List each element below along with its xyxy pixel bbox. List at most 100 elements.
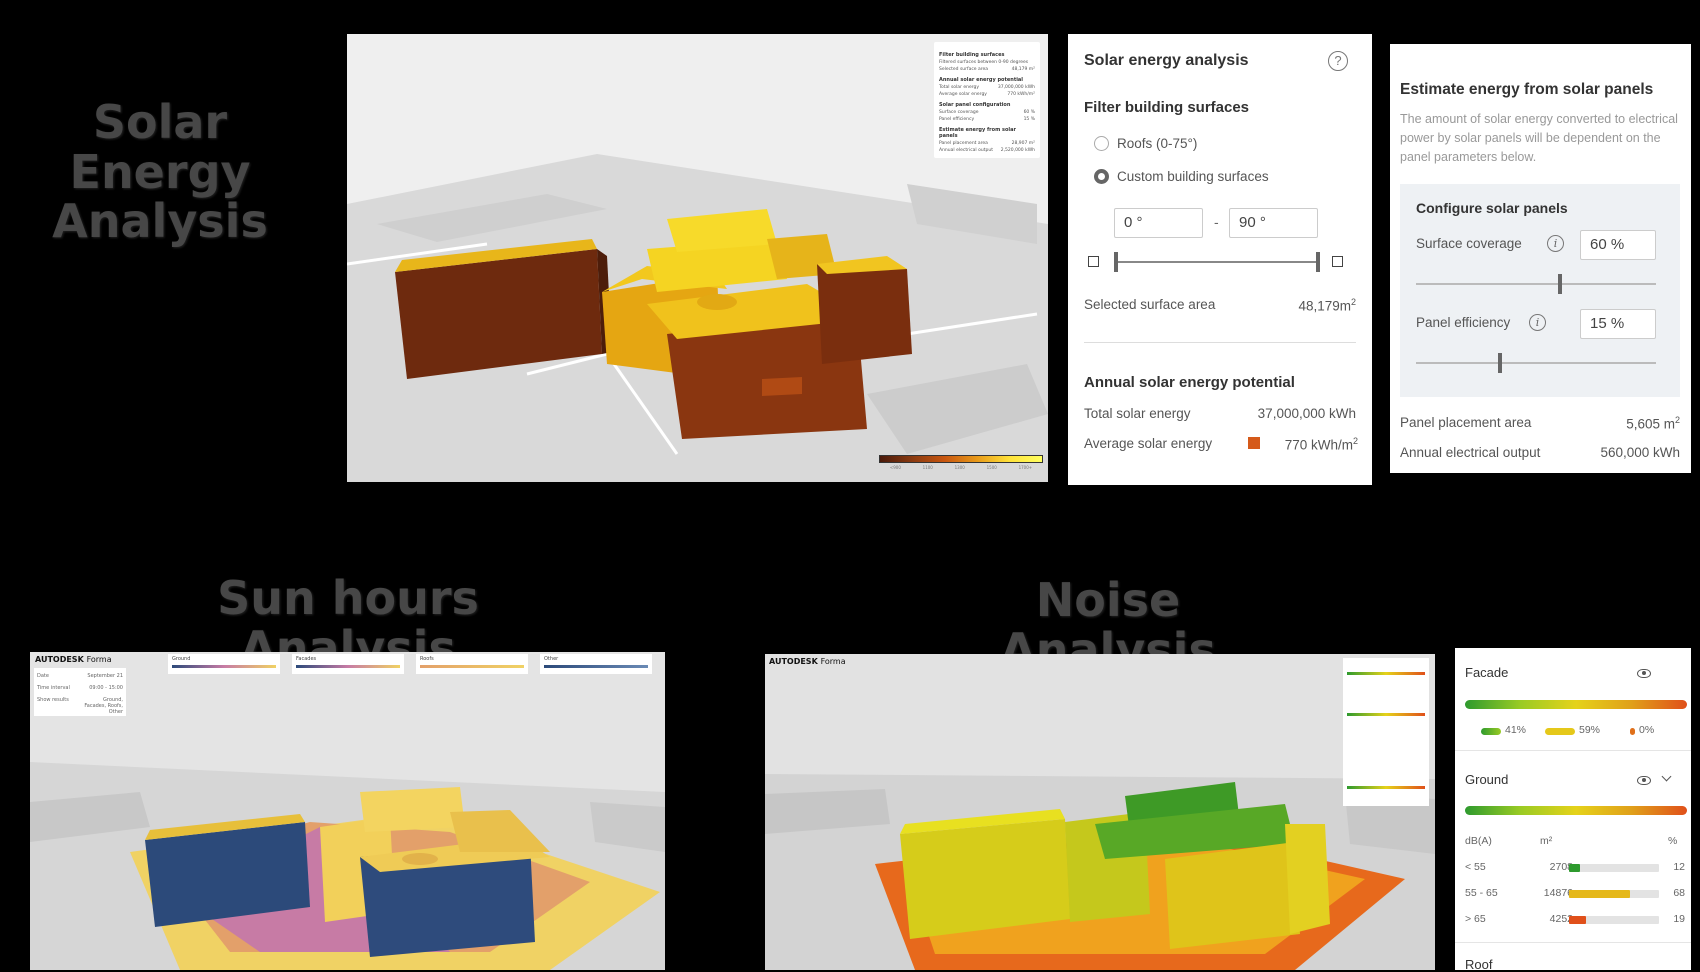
solar-analysis-panel: Solar energy analysis ? Filter building … [1068, 34, 1372, 485]
row-area: 2708 [1549, 861, 1573, 873]
row-bar-bg [1569, 864, 1659, 872]
col-m2-header: m² [1540, 835, 1553, 847]
solar-legend-ticks: <900 1100 1300 1500 1700+ [879, 465, 1043, 470]
row-range: 55 - 65 [1465, 887, 1498, 899]
placement-area-value: 5,605 m2 [1626, 415, 1680, 432]
row-pct: 12 [1673, 861, 1685, 873]
mini-placement-row: Panel placement area 28,907 m² [939, 141, 1035, 146]
electrical-output-value: 560,000 kWh [1600, 445, 1680, 460]
mini-output-row: Annual electrical output 2,520,000 kWh [939, 148, 1035, 153]
divider [1455, 750, 1691, 751]
facade-gradient-bar [1465, 700, 1687, 709]
selected-area-label: Selected surface area [1084, 297, 1216, 312]
row-area: 4252 [1549, 913, 1573, 925]
coverage-input[interactable]: 60 % [1580, 230, 1656, 260]
estimate-title: Estimate energy from solar panels [1400, 81, 1654, 98]
row-range: > 65 [1465, 913, 1486, 925]
row-pct: 68 [1673, 887, 1685, 899]
radio-on-icon[interactable] [1094, 169, 1109, 184]
estimate-energy-panel: Estimate energy from solar panels The am… [1390, 44, 1691, 473]
coverage-label: Surface coverage [1416, 236, 1522, 251]
radio-custom-surfaces[interactable]: Custom building surfaces [1094, 169, 1269, 184]
angle-slider-track[interactable] [1114, 261, 1320, 263]
mini-selected-row: Selected surface area 48,179 m² [939, 67, 1035, 72]
ground-gradient-bar [1465, 806, 1687, 815]
total-energy-label: Total solar energy [1084, 406, 1191, 421]
annual-potential-title: Annual solar energy potential [1084, 374, 1295, 391]
row-bar [1569, 916, 1587, 924]
legend-tick: 1100 [922, 465, 933, 470]
chevron-down-icon[interactable] [1661, 771, 1672, 782]
row-range: < 55 [1465, 861, 1486, 873]
max-angle-input[interactable]: 90 ° [1229, 208, 1318, 238]
noise-legend-overlay [1343, 658, 1429, 806]
radio-custom-label: Custom building surfaces [1117, 169, 1269, 184]
sun-hours-viewport[interactable]: AUTODESK Forma Date September 21 Time int… [30, 652, 665, 970]
facade-pill-orange [1630, 728, 1635, 735]
facade-pill-yellow [1545, 728, 1575, 735]
col-db-header: dB(A) [1465, 835, 1492, 847]
radio-roofs[interactable]: Roofs (0-75°) [1094, 136, 1197, 151]
radio-roofs-label: Roofs (0-75°) [1117, 136, 1198, 151]
angle-slider-max-handle[interactable] [1316, 252, 1320, 272]
min-angle-input[interactable]: 0 ° [1114, 208, 1203, 238]
mini-filter-title: Filter building surfaces [939, 52, 1005, 58]
help-icon[interactable]: ? [1328, 51, 1348, 71]
selected-area-value: 48,179m2 [1298, 297, 1356, 314]
efficiency-slider-track[interactable] [1416, 362, 1656, 364]
mini-total-row: Total solar energy 37,000,000 kWh [939, 85, 1035, 90]
avg-energy-value: 770 kWh/m2 [1284, 436, 1358, 453]
mini-annual-title: Annual solar energy potential [939, 77, 1024, 83]
configure-panels-title: Configure solar panels [1416, 200, 1568, 216]
row-bar [1569, 890, 1631, 898]
noise-viewport[interactable]: AUTODESK Forma [765, 654, 1435, 970]
eye-icon[interactable] [1637, 776, 1651, 785]
coverage-slider-handle[interactable] [1558, 274, 1562, 294]
legend-roofs: Roofs [416, 654, 528, 674]
noise-scene [765, 774, 1435, 970]
row-area: 14876 [1543, 887, 1573, 899]
row-pct: 19 [1673, 913, 1685, 925]
panel-title: Solar energy analysis [1084, 52, 1249, 69]
noise-results-panel: Facade 41% 59% 0% Ground dB(A) m² % < 55… [1455, 648, 1691, 972]
electrical-output-label: Annual electrical output [1400, 445, 1541, 460]
legend-tick: 1500 [986, 465, 997, 470]
info-icon[interactable]: i [1547, 235, 1564, 252]
efficiency-slider-handle[interactable] [1498, 353, 1502, 373]
legend-facades: Facades [292, 654, 404, 674]
legend-tick: 1700+ [1018, 465, 1033, 470]
col-pct-header: % [1668, 835, 1678, 847]
solar-energy-heading: Solar Energy Analysis [52, 95, 268, 249]
facade-label: Facade [1465, 665, 1509, 680]
efficiency-input[interactable]: 15 % [1580, 309, 1656, 339]
filter-surfaces-title: Filter building surfaces [1084, 99, 1250, 116]
mini-config-title: Solar panel configuration [939, 102, 1011, 108]
autodesk-logo: AUTODESK Forma [35, 655, 112, 664]
legend-tick: 1300 [954, 465, 965, 470]
estimate-description: The amount of solar energy converted to … [1400, 112, 1678, 164]
mini-avg-row: Average solar energy 770 kWh/m² [939, 92, 1035, 97]
avg-energy-label: Average solar energy [1084, 436, 1213, 451]
solar-3d-viewport[interactable]: Filter building surfaces Filtered surfac… [347, 34, 1048, 482]
legend-other: Other [540, 654, 652, 674]
mini-filter-desc: Filtered surfaces between 0-90 degrees [939, 60, 1029, 65]
facade-pct-orange: 0% [1639, 724, 1655, 736]
facade-pct-yellow: 59% [1579, 724, 1601, 736]
solar-color-legend [879, 455, 1043, 463]
autodesk-logo: AUTODESK Forma [769, 657, 846, 666]
row-bar [1569, 864, 1580, 872]
radio-off-icon[interactable] [1094, 136, 1109, 151]
mini-estimate-title: Estimate energy from solar panels [939, 127, 1016, 139]
info-icon[interactable]: i [1529, 314, 1546, 331]
total-energy-value: 37,000,000 kWh [1257, 406, 1356, 421]
solar-summary-overlay: Filter building surfaces Filtered surfac… [934, 42, 1040, 158]
eye-icon[interactable] [1637, 669, 1651, 678]
coverage-slider-track[interactable] [1416, 283, 1656, 285]
placement-area-label: Panel placement area [1400, 415, 1532, 430]
facade-pct-green: 41% [1505, 724, 1527, 736]
vertical-surface-icon [1332, 256, 1343, 267]
angle-slider-min-handle[interactable] [1114, 252, 1118, 272]
divider [1084, 342, 1356, 343]
sun-info-box: Date September 21 Time interval 09:00 - 15… [34, 668, 126, 716]
facade-pill-green [1481, 728, 1501, 735]
